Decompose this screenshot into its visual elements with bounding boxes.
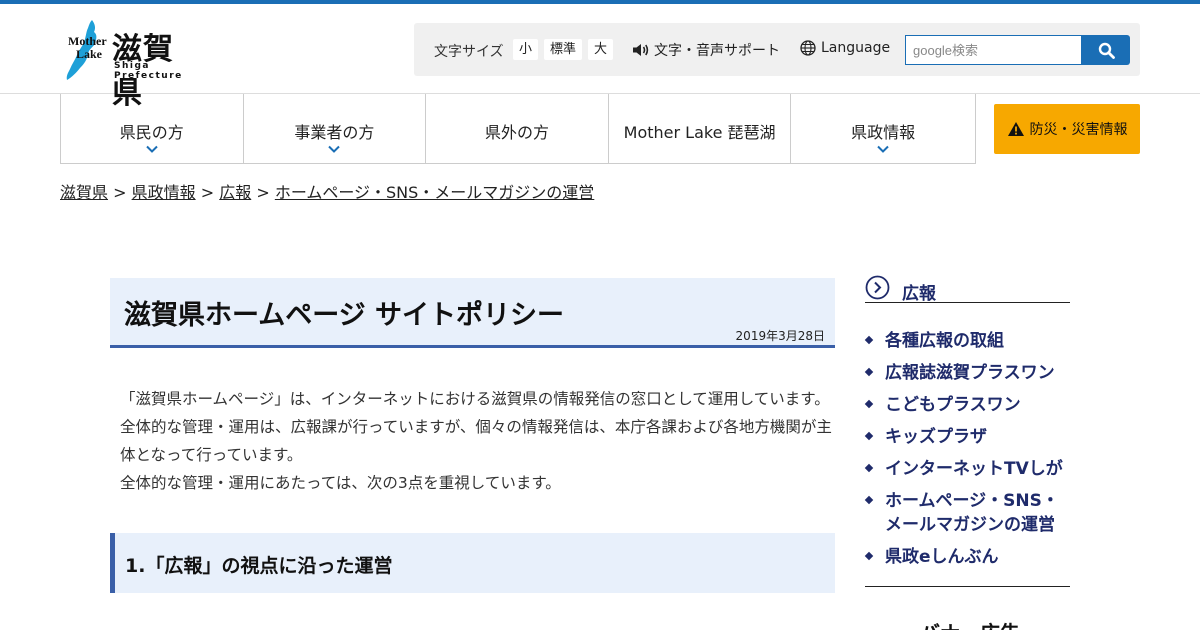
globe-icon	[800, 40, 816, 56]
breadcrumb: 滋賀県 > 県政情報 > 広報 > ホームページ・SNS・メールマガジンの運営	[60, 179, 594, 203]
breadcrumb-separator: >	[256, 183, 270, 202]
nav-item-businesses[interactable]: 事業者の方	[244, 94, 427, 163]
language-link[interactable]: Language	[800, 40, 890, 56]
diamond-bullet-icon	[864, 399, 874, 409]
diamond-bullet-icon	[864, 335, 874, 345]
sidebar-item[interactable]: 各種広報の取組	[864, 329, 1070, 353]
intro-text: 「滋賀県ホームページ」は、インターネットにおける滋賀県の情報発信の窓口として運用…	[120, 385, 832, 497]
sidebar-item-label: 広報誌滋賀プラスワン	[885, 363, 1055, 383]
utility-bar: 文字サイズ 小 標準 大 文字・音声サポート Language	[414, 23, 1140, 76]
sidebar-list: 各種広報の取組 広報誌滋賀プラスワン こどもプラスワン キッズプラザ インターネ…	[864, 329, 1070, 577]
sidebar-item[interactable]: 広報誌滋賀プラスワン	[864, 361, 1070, 385]
text-size-small-button[interactable]: 小	[513, 39, 538, 60]
diamond-bullet-icon	[864, 431, 874, 441]
breadcrumb-link-current[interactable]: ホームページ・SNS・メールマガジンの運営	[275, 183, 594, 202]
nav-item-label: 県政情報	[851, 123, 916, 142]
search-button[interactable]	[1082, 35, 1130, 65]
sidebar-item-label: ホームページ・SNS・メールマガジンの運営	[885, 491, 1059, 535]
sidebar-divider	[865, 586, 1070, 587]
page-title: 滋賀県ホームページ サイトポリシー	[124, 300, 565, 331]
sidebar-item-label: こどもプラスワン	[885, 395, 1021, 415]
text-audio-support-link[interactable]: 文字・音声サポート	[632, 40, 780, 60]
support-label: 文字・音声サポート	[654, 43, 780, 59]
global-nav: 県民の方 事業者の方 県外の方 Mother Lake 琵琶湖 県政情報	[60, 94, 976, 164]
speaker-icon	[633, 44, 649, 56]
sidebar-header: 広報	[865, 274, 1070, 304]
disaster-info-button[interactable]: 防災・災害情報	[994, 104, 1140, 154]
nav-item-label: 県外の方	[484, 123, 549, 142]
chevron-down-icon	[328, 145, 341, 153]
text-size-standard-button[interactable]: 標準	[544, 39, 582, 60]
diamond-bullet-icon	[864, 463, 874, 473]
nav-item-residents[interactable]: 県民の方	[61, 94, 244, 163]
page-title-box: 滋賀県ホームページ サイトポリシー 2019年3月28日	[110, 278, 835, 348]
update-date: 2019年3月28日	[735, 329, 825, 343]
diamond-bullet-icon	[864, 551, 874, 561]
nav-item-visitors[interactable]: 県外の方	[426, 94, 609, 163]
sidebar-item[interactable]: キッズプラザ	[864, 425, 1070, 449]
circle-chevron-right-icon	[865, 275, 890, 300]
site-header: Mother Lake 滋賀県 Shiga Prefecture 文字サイズ 小…	[0, 4, 1200, 111]
text-size-large-button[interactable]: 大	[588, 39, 613, 60]
sidebar-item-label: キッズプラザ	[885, 427, 987, 447]
disaster-info-label: 防災・災害情報	[1029, 122, 1128, 138]
breadcrumb-separator: >	[113, 183, 127, 202]
banner-ad-heading: バナー広告	[920, 617, 1020, 630]
intro-paragraph-2: 全体的な管理・運用にあたっては、次の3点を重視しています。	[120, 474, 561, 492]
search-input[interactable]	[905, 35, 1082, 65]
sidebar-item-label: インターネットTVしが	[885, 459, 1063, 479]
sidebar-item-label: 県政eしんぶん	[885, 547, 999, 567]
nav-item-mother-lake[interactable]: Mother Lake 琵琶湖	[609, 94, 792, 163]
breadcrumb-link-prefectural-info[interactable]: 県政情報	[132, 183, 196, 202]
warning-icon	[1007, 122, 1024, 136]
chevron-down-icon	[877, 145, 889, 153]
diamond-bullet-icon	[864, 495, 874, 505]
nav-item-label: 事業者の方	[294, 123, 375, 142]
search-icon	[1098, 42, 1115, 59]
breadcrumb-separator: >	[200, 183, 215, 202]
sidebar-title: 広報	[902, 284, 936, 304]
chevron-down-icon	[146, 145, 158, 153]
sidebar-item-label: 各種広報の取組	[885, 331, 1004, 351]
language-label: Language	[821, 40, 891, 56]
site-logo[interactable]: Mother Lake 滋賀県 Shiga Prefecture	[62, 18, 202, 111]
sidebar-item[interactable]: こどもプラスワン	[864, 393, 1070, 417]
nav-item-label: Mother Lake 琵琶湖	[623, 123, 776, 142]
sidebar-item[interactable]: 県政eしんぶん	[864, 545, 1070, 569]
sidebar: 広報 各種広報の取組 広報誌滋賀プラスワン こどもプラスワン キッズプラザ イン…	[864, 274, 1070, 567]
logo-english-name: Shiga Prefecture	[114, 61, 183, 81]
text-size-label: 文字サイズ	[434, 44, 504, 60]
nav-item-prefectural-info[interactable]: 県政情報	[791, 94, 975, 163]
section-heading: 1.「広報」の視点に沿った運営	[110, 533, 835, 593]
sidebar-item[interactable]: ホームページ・SNS・メールマガジンの運営	[864, 489, 1070, 537]
nav-item-label: 県民の方	[119, 123, 184, 142]
diamond-bullet-icon	[864, 367, 874, 377]
sidebar-item[interactable]: インターネットTVしが	[864, 457, 1070, 481]
section-heading-text: 1.「広報」の視点に沿った運営	[125, 555, 393, 577]
intro-paragraph-1: 「滋賀県ホームページ」は、インターネットにおける滋賀県の情報発信の窓口として運用…	[120, 390, 832, 464]
breadcrumb-link-public-relations[interactable]: 広報	[219, 183, 251, 202]
breadcrumb-link-home[interactable]: 滋賀県	[60, 183, 108, 202]
logo-lake-text: Lake	[76, 47, 103, 61]
